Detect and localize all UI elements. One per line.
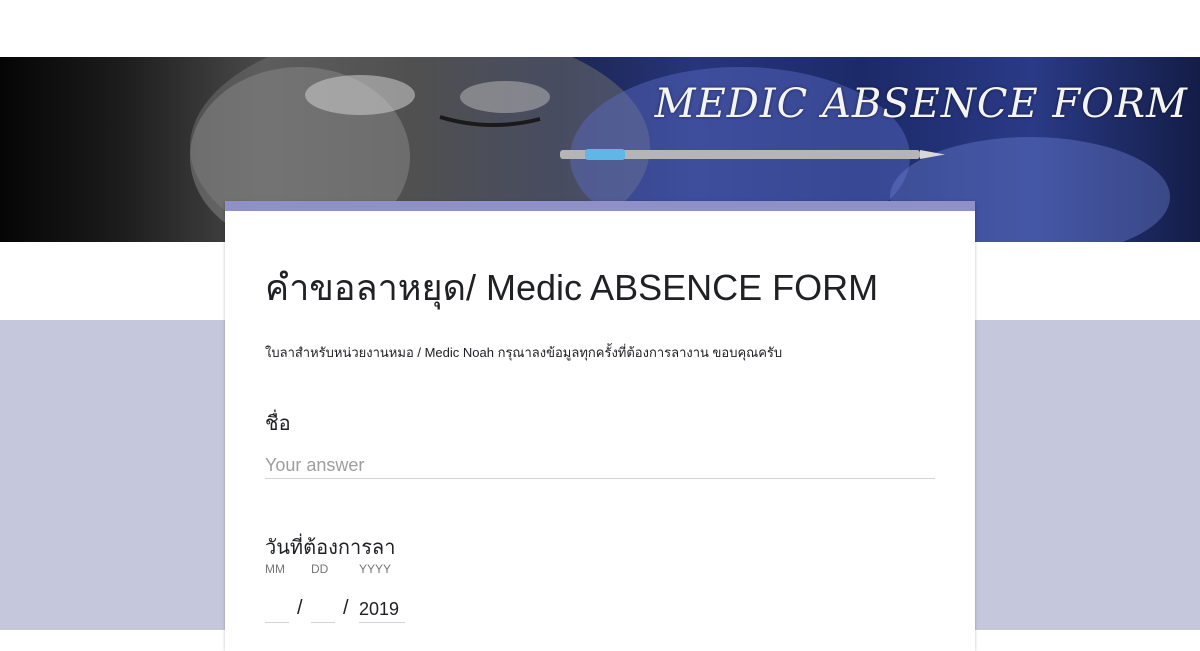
year-caption: YYYY xyxy=(359,562,392,576)
day-input[interactable] xyxy=(311,596,335,623)
month-caption: MM xyxy=(265,562,285,576)
banner-title: MEDIC ABSENCE FORM xyxy=(654,81,1188,127)
form-description: ใบลาสำหรับหน่วยงานหมอ / Medic Noah กรุณา… xyxy=(265,345,783,360)
year-input[interactable] xyxy=(359,596,405,623)
page-top-spacer xyxy=(0,0,1200,57)
name-answer-input[interactable] xyxy=(265,452,935,479)
day-caption: DD xyxy=(311,562,329,576)
question-label-leave-date: วันที่ต้องการลา xyxy=(265,537,396,559)
question-label-name: ชื่อ xyxy=(265,413,291,435)
date-separator: / xyxy=(297,597,303,619)
form-card: คำขอลาหยุด/ Medic ABSENCE FORM ใบลาสำหรั… xyxy=(225,201,975,651)
month-input[interactable] xyxy=(265,596,289,623)
date-separator: / xyxy=(343,597,349,619)
form-title: คำขอลาหยุด/ Medic ABSENCE FORM xyxy=(265,267,879,308)
